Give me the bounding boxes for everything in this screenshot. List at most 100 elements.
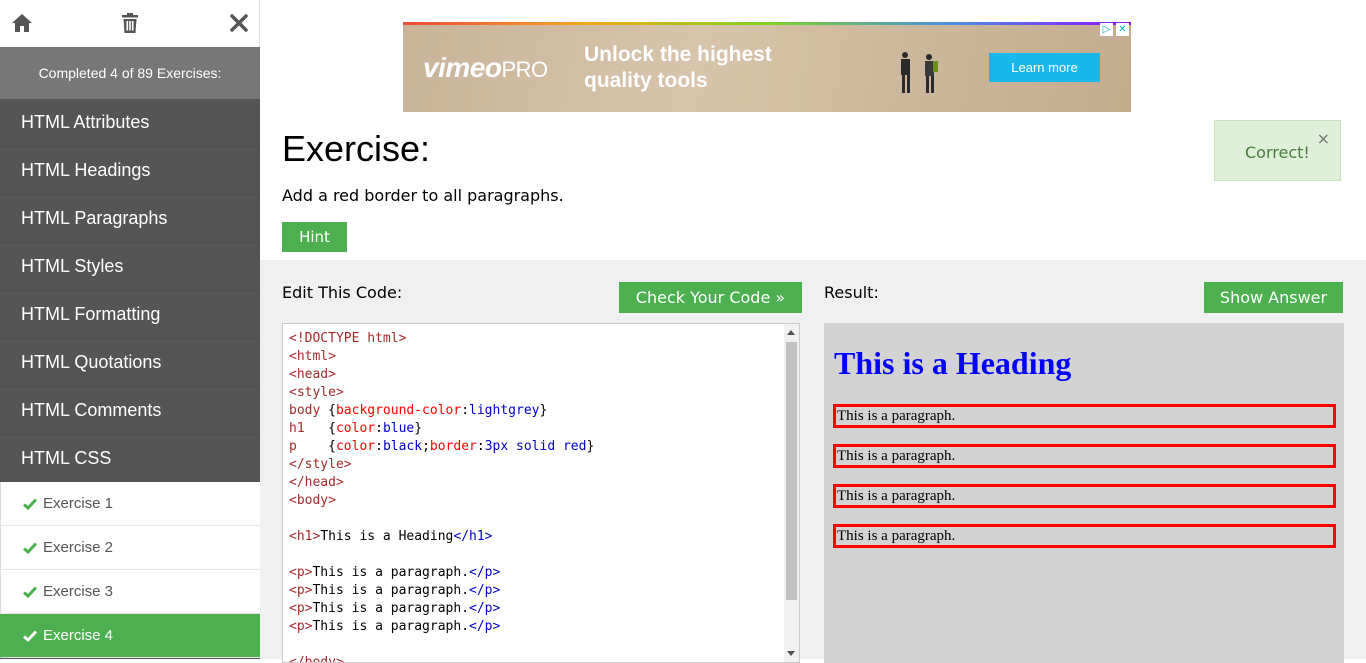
ad-close-icon[interactable]: ✕ bbox=[1116, 23, 1129, 36]
code-punct: : bbox=[476, 439, 485, 454]
check-code-button[interactable]: Check Your Code » bbox=[619, 282, 802, 313]
code-selector: body bbox=[289, 403, 321, 418]
ad-cta-button[interactable]: Learn more bbox=[989, 53, 1100, 82]
code-line: </head> bbox=[289, 474, 594, 492]
code-line: <p>This is a paragraph.</p> bbox=[289, 600, 594, 618]
ad-brand-logo: vimeoPRO bbox=[423, 52, 548, 84]
sidebar: Completed 4 of 89 Exercises: HTML Attrib… bbox=[0, 0, 260, 659]
ad-banner[interactable]: vimeoPRO Unlock the highest quality tool… bbox=[403, 22, 1131, 112]
code-line: h1 {color:blue} bbox=[289, 420, 594, 438]
code-punct: { bbox=[304, 421, 336, 436]
scroll-up-arrow-icon[interactable] bbox=[787, 330, 795, 335]
code-editor[interactable]: <!DOCTYPE html> <html> <head> <style> bo… bbox=[282, 323, 800, 663]
code-line: <style> bbox=[289, 384, 594, 402]
show-answer-button[interactable]: Show Answer bbox=[1204, 282, 1343, 313]
code-tag: <body> bbox=[289, 493, 336, 508]
code-property: color bbox=[335, 421, 376, 436]
sidebar-toolbar bbox=[0, 0, 260, 47]
exercise-description: Add a red border to all paragraphs. bbox=[282, 186, 564, 205]
code-text: This is a paragraph. bbox=[312, 619, 470, 634]
code-text: This is a paragraph. bbox=[312, 601, 470, 616]
progress-summary: Completed 4 of 89 Exercises: bbox=[0, 47, 260, 99]
code-tag: <p> bbox=[289, 583, 313, 598]
exercise-item-1[interactable]: Exercise 1 bbox=[0, 482, 260, 526]
code-punct: } bbox=[414, 421, 423, 436]
exercise-label: Exercise 2 bbox=[43, 539, 114, 556]
code-tag: </head> bbox=[289, 475, 344, 490]
code-line: <body> bbox=[289, 492, 594, 510]
code-punct: } bbox=[539, 403, 548, 418]
close-icon[interactable] bbox=[227, 11, 251, 35]
code-line: <head> bbox=[289, 366, 594, 384]
code-punct: } bbox=[586, 439, 595, 454]
nav-item-html-css[interactable]: HTML CSS bbox=[0, 435, 260, 482]
code-line: <h1>This is a Heading</h1> bbox=[289, 528, 594, 546]
result-frame: This is a Heading This is a paragraph. T… bbox=[824, 323, 1344, 663]
code-value: lightgrey bbox=[469, 403, 540, 418]
code-tag: <h1> bbox=[289, 529, 321, 544]
home-icon[interactable] bbox=[10, 11, 34, 35]
code-line: body {background-color:lightgrey} bbox=[289, 402, 594, 420]
ad-accent-line bbox=[403, 22, 1131, 25]
code-line: <html> bbox=[289, 348, 594, 366]
nav-item-html-paragraphs[interactable]: HTML Paragraphs bbox=[0, 195, 260, 243]
check-icon bbox=[23, 541, 37, 554]
code-line: <p>This is a paragraph.</p> bbox=[289, 564, 594, 582]
toast-close-icon[interactable]: × bbox=[1317, 129, 1330, 148]
result-paragraph: This is a paragraph. bbox=[833, 484, 1336, 508]
scroll-down-arrow-icon[interactable] bbox=[787, 651, 795, 656]
exercise-title: Exercise: bbox=[282, 128, 431, 169]
code-selector: p bbox=[289, 439, 297, 454]
check-icon bbox=[23, 497, 37, 510]
editor-label: Edit This Code: bbox=[282, 283, 403, 302]
code-line: </style> bbox=[289, 456, 594, 474]
result-heading: This is a Heading bbox=[834, 345, 1072, 381]
exercise-item-2[interactable]: Exercise 2 bbox=[0, 526, 260, 570]
code-doctype: <!DOCTYPE html> bbox=[289, 331, 407, 346]
toast-message: Correct! bbox=[1245, 143, 1310, 162]
trash-icon[interactable] bbox=[118, 11, 142, 35]
exercise-item-4[interactable]: Exercise 4 bbox=[0, 614, 260, 658]
nav-item-html-attributes[interactable]: HTML Attributes bbox=[0, 99, 260, 147]
code-line: <p>This is a paragraph.</p> bbox=[289, 618, 594, 636]
code-property: background-color bbox=[335, 403, 462, 418]
code-content[interactable]: <!DOCTYPE html> <html> <head> <style> bo… bbox=[289, 330, 594, 663]
exercise-label: Exercise 1 bbox=[43, 495, 114, 512]
ad-info-icon[interactable]: ▷ bbox=[1100, 23, 1113, 36]
exercise-label: Exercise 3 bbox=[43, 583, 114, 600]
editor-scrollbar[interactable] bbox=[784, 324, 799, 662]
nav-item-html-styles[interactable]: HTML Styles bbox=[0, 243, 260, 291]
ad-choices[interactable]: ▷ ✕ bbox=[1100, 23, 1129, 36]
code-tag: </body> bbox=[289, 655, 344, 663]
result-label: Result: bbox=[824, 283, 879, 302]
code-tag: <head> bbox=[289, 367, 336, 382]
code-line: <p>This is a paragraph.</p> bbox=[289, 582, 594, 600]
scrollbar-thumb[interactable] bbox=[786, 342, 797, 600]
code-selector: h1 bbox=[289, 421, 305, 436]
code-tag: <style> bbox=[289, 385, 344, 400]
code-tag: <p> bbox=[289, 619, 313, 634]
exercise-item-3[interactable]: Exercise 3 bbox=[0, 570, 260, 614]
code-punct: { bbox=[320, 403, 336, 418]
code-tag: <p> bbox=[289, 565, 313, 580]
main-content: vimeoPRO Unlock the highest quality tool… bbox=[260, 0, 1366, 663]
code-tag: </p> bbox=[469, 619, 501, 634]
code-text: This is a Heading bbox=[320, 529, 454, 544]
work-area: Edit This Code: Check Your Code » Result… bbox=[260, 260, 1366, 663]
ad-brand-suffix: PRO bbox=[501, 57, 548, 82]
code-punct: : bbox=[461, 403, 470, 418]
nav-item-html-comments[interactable]: HTML Comments bbox=[0, 387, 260, 435]
hint-button[interactable]: Hint bbox=[282, 222, 347, 252]
code-line: p {color:black;border:3px solid red} bbox=[289, 438, 594, 456]
check-icon bbox=[23, 629, 37, 642]
code-value: 3px solid red bbox=[484, 439, 587, 454]
nav-item-html-quotations[interactable]: HTML Quotations bbox=[0, 339, 260, 387]
code-tag: </h1> bbox=[453, 529, 493, 544]
ad-hikers-image bbox=[901, 52, 938, 93]
nav-item-html-headings[interactable]: HTML Headings bbox=[0, 147, 260, 195]
result-paragraph: This is a paragraph. bbox=[833, 444, 1336, 468]
result-paragraph: This is a paragraph. bbox=[833, 404, 1336, 428]
nav-item-html-formatting[interactable]: HTML Formatting bbox=[0, 291, 260, 339]
